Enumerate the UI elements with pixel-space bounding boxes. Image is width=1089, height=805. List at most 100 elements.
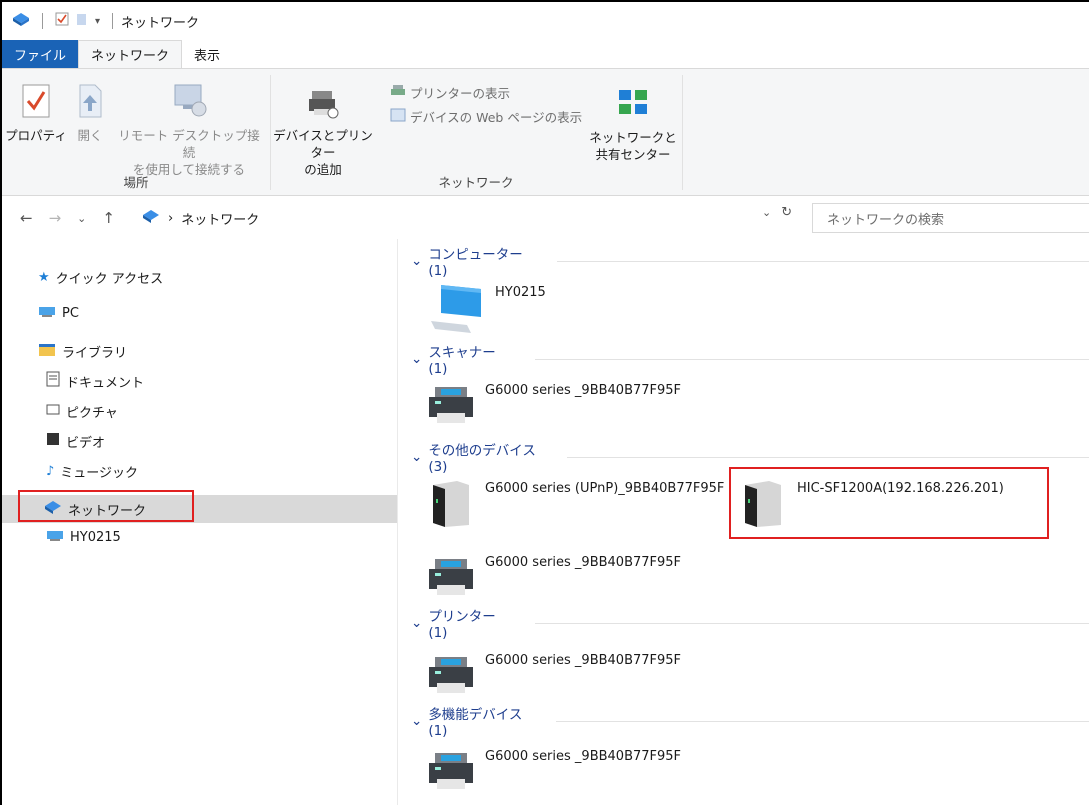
show-web-page-label: デバイスの Web ページの表示 bbox=[410, 110, 583, 125]
content-area: ⌄ コンピューター (1) HY0215 ⌄ スキャナー (1) G6000 s… bbox=[399, 239, 1089, 805]
add-devices-button[interactable]: デバイスとプリンター の追加 bbox=[272, 87, 374, 178]
device-tower-icon bbox=[427, 477, 475, 533]
refresh-icon[interactable]: ↻ bbox=[781, 205, 792, 220]
navigation-pane: ★ クイック アクセス PC ライブラリ ドキュメント ピクチャ ビデオ ♪ ミ… bbox=[2, 239, 398, 805]
printer-small-icon bbox=[390, 84, 406, 101]
remote-desktop-icon bbox=[114, 83, 264, 123]
nav-pc-label: PC bbox=[62, 305, 79, 321]
back-arrow-icon[interactable]: ← bbox=[20, 209, 33, 227]
window-title: ネットワーク bbox=[121, 15, 200, 31]
item-other-printer[interactable]: G6000 series _9BB40B77F95F bbox=[427, 551, 681, 603]
add-device-printer-icon bbox=[272, 87, 374, 123]
properties-label: プロパティ bbox=[5, 128, 67, 143]
pictures-icon bbox=[46, 403, 60, 419]
collapse-chevron-icon[interactable]: ⌄ bbox=[411, 351, 422, 367]
remote-desktop-label-1: リモート デスクトップ接続 bbox=[118, 128, 260, 160]
network-center-button[interactable]: ネットワークと 共有センター bbox=[588, 87, 678, 163]
network-center-icon bbox=[588, 87, 678, 125]
nav-pictures[interactable]: ピクチャ bbox=[46, 397, 118, 425]
nav-documents[interactable]: ドキュメント bbox=[46, 367, 144, 395]
group-scanners[interactable]: ⌄ スキャナー (1) bbox=[411, 345, 1089, 377]
properties-icon bbox=[4, 83, 68, 123]
tab-file[interactable]: ファイル bbox=[2, 40, 79, 68]
nav-videos[interactable]: ビデオ bbox=[46, 427, 105, 455]
collapse-chevron-icon[interactable]: ⌄ bbox=[411, 253, 422, 269]
explorer-window: ▾ ネットワーク ファイル ネットワーク 表示 プロパティ 開く リモート デス… bbox=[0, 0, 1089, 805]
folder-quick-icon[interactable] bbox=[75, 12, 89, 30]
nas-highlight-box bbox=[729, 467, 1049, 539]
nav-music-label: ミュージック bbox=[60, 465, 139, 481]
up-arrow-icon[interactable]: ↑ bbox=[102, 209, 115, 227]
collapse-chevron-icon[interactable]: ⌄ bbox=[411, 713, 422, 729]
show-printers-label: プリンターの表示 bbox=[410, 86, 511, 101]
nav-documents-label: ドキュメント bbox=[66, 375, 145, 391]
address-dropdown-icon[interactable]: ⌄ bbox=[762, 206, 771, 219]
title-bar: ▾ ネットワーク bbox=[2, 2, 1089, 40]
nav-pictures-label: ピクチャ bbox=[66, 405, 118, 421]
item-mfp[interactable]: G6000 series _9BB40B77F95F bbox=[427, 745, 681, 797]
network-highlight-box bbox=[18, 490, 194, 522]
item-printer-label: G6000 series _9BB40B77F95F bbox=[485, 653, 682, 668]
open-icon bbox=[70, 83, 110, 123]
nav-videos-label: ビデオ bbox=[66, 435, 106, 451]
nav-music[interactable]: ♪ ミュージック bbox=[46, 457, 138, 485]
group-other-devices[interactable]: ⌄ その他のデバイス (3) bbox=[411, 443, 1089, 475]
item-mfp-label: G6000 series _9BB40B77F95F bbox=[485, 749, 682, 764]
group-other-devices-label: その他のデバイス (3) bbox=[428, 443, 536, 475]
remote-desktop-button[interactable]: リモート デスクトップ接続 を使用して接続する bbox=[114, 83, 264, 178]
item-computer-hy0215[interactable]: HY0215 bbox=[427, 281, 546, 337]
ribbon: プロパティ 開く リモート デスクトップ接続 を使用して接続する 場所 デバイス… bbox=[2, 68, 1089, 196]
collapse-chevron-icon[interactable]: ⌄ bbox=[411, 449, 422, 465]
breadcrumb-chevron-icon[interactable]: › bbox=[168, 211, 173, 226]
item-computer-label: HY0215 bbox=[495, 285, 546, 300]
search-input[interactable]: ネットワークの検索 bbox=[812, 203, 1089, 233]
group-computers-label: コンピューター (1) bbox=[428, 247, 523, 279]
properties-quick-icon[interactable] bbox=[55, 12, 69, 30]
group-printers[interactable]: ⌄ プリンター (1) bbox=[411, 609, 1089, 641]
group-scanners-label: スキャナー (1) bbox=[428, 345, 496, 377]
video-icon bbox=[46, 432, 60, 450]
recent-dropdown-icon[interactable]: ⌄ bbox=[77, 212, 86, 225]
properties-button[interactable]: プロパティ bbox=[4, 83, 68, 144]
network-group: デバイスとプリンター の追加 プリンターの表示 デバイスの Web ページの表示 bbox=[270, 69, 682, 195]
address-field[interactable]: › ネットワーク bbox=[142, 205, 800, 231]
collapse-chevron-icon[interactable]: ⌄ bbox=[411, 615, 422, 631]
show-printers-button[interactable]: プリンターの表示 bbox=[390, 83, 510, 102]
address-bar-row: ← → ⌄ ↑ › ネットワーク ⌄ ↻ ネットワークの検索 bbox=[2, 197, 1089, 239]
group-printers-label: プリンター (1) bbox=[428, 609, 496, 641]
group-computers[interactable]: ⌄ コンピューター (1) bbox=[411, 247, 1089, 279]
forward-arrow-icon[interactable]: → bbox=[49, 209, 62, 227]
address-tools: ⌄ ↻ bbox=[762, 205, 792, 220]
printer-icon bbox=[427, 551, 475, 603]
nav-hy0215-label: HY0215 bbox=[70, 529, 121, 545]
breadcrumb-network[interactable]: ネットワーク bbox=[181, 209, 259, 228]
customize-dropdown-icon[interactable]: ▾ bbox=[95, 16, 100, 27]
item-scanner[interactable]: G6000 series _9BB40B77F95F bbox=[427, 379, 681, 431]
item-other-upnp[interactable]: G6000 series (UPnP)_9BB40B77F95F bbox=[427, 477, 724, 533]
nav-quick-access[interactable]: ★ クイック アクセス bbox=[38, 263, 163, 291]
nav-buttons: ← → ⌄ ↑ bbox=[2, 209, 115, 227]
tab-network[interactable]: ネットワーク bbox=[78, 40, 183, 68]
network-app-icon[interactable] bbox=[12, 11, 30, 31]
open-button[interactable]: 開く bbox=[70, 83, 110, 144]
nav-pc[interactable]: PC bbox=[38, 299, 79, 327]
web-page-icon bbox=[390, 108, 406, 125]
show-web-page-button[interactable]: デバイスの Web ページの表示 bbox=[390, 107, 582, 126]
group-multifunction[interactable]: ⌄ 多機能デバイス (1) bbox=[411, 707, 1089, 739]
network-location-icon bbox=[142, 208, 160, 228]
music-icon: ♪ bbox=[46, 463, 55, 479]
star-icon: ★ bbox=[38, 269, 50, 285]
nav-library-label: ライブラリ bbox=[62, 345, 128, 361]
add-devices-label-1: デバイスとプリンター bbox=[273, 128, 373, 160]
item-other-printer-label: G6000 series _9BB40B77F95F bbox=[485, 555, 682, 570]
nav-library[interactable]: ライブラリ bbox=[38, 337, 127, 365]
tab-view[interactable]: 表示 bbox=[182, 40, 232, 68]
item-printer[interactable]: G6000 series _9BB40B77F95F bbox=[427, 649, 681, 701]
computer-icon bbox=[427, 281, 485, 337]
network-group-label: ネットワーク bbox=[438, 175, 514, 190]
open-label: 開く bbox=[77, 128, 103, 143]
printer-icon bbox=[427, 745, 475, 797]
item-scanner-label: G6000 series _9BB40B77F95F bbox=[485, 383, 682, 398]
nav-hy0215[interactable]: HY0215 bbox=[46, 523, 121, 551]
printer-icon bbox=[427, 379, 475, 431]
